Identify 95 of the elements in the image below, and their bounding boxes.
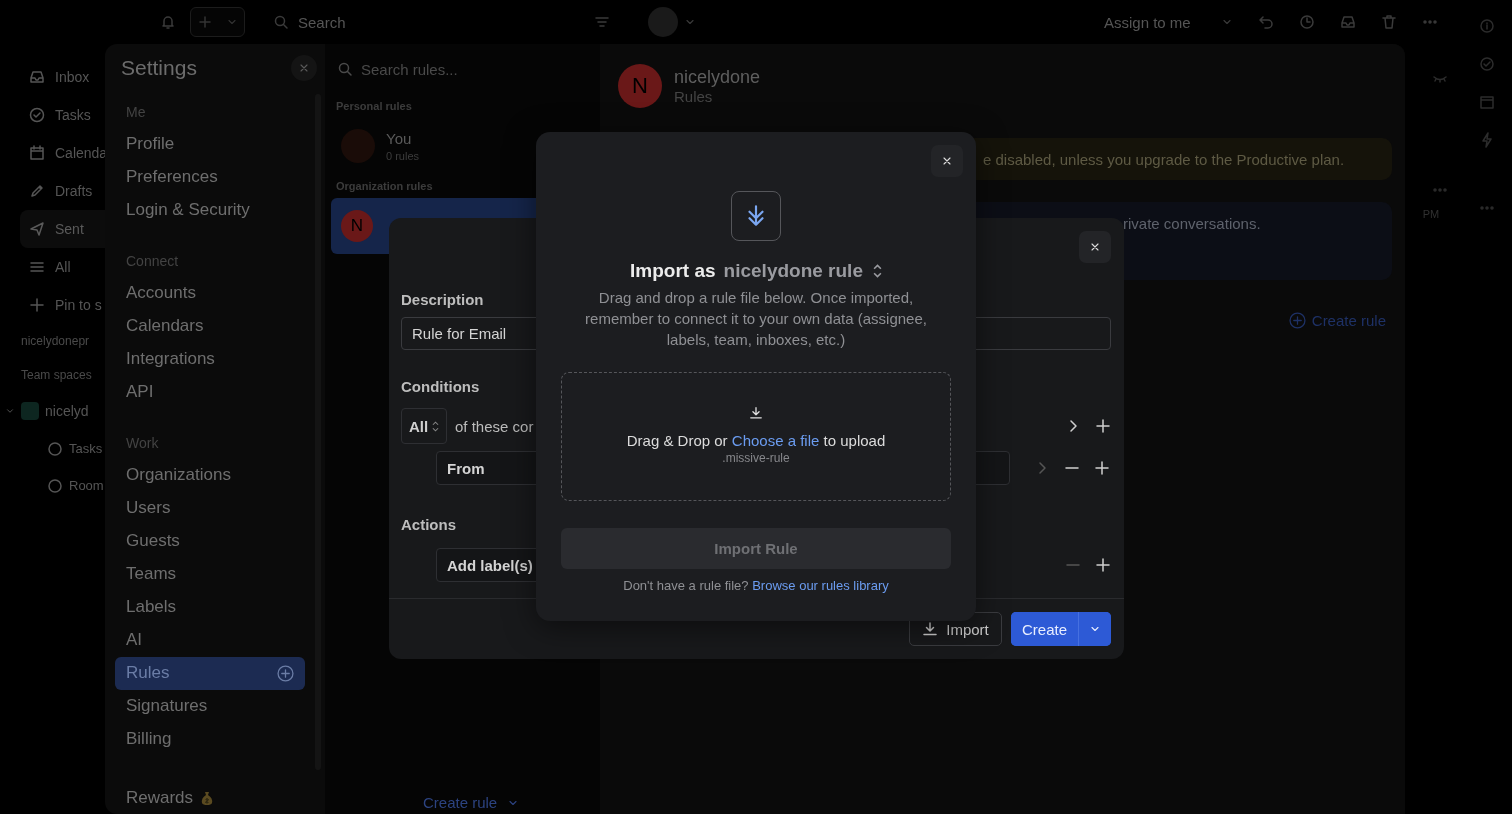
send-icon: [29, 221, 45, 237]
team-subitem[interactable]: Room: [0, 467, 105, 504]
download-icon: [749, 406, 763, 420]
team-subitem[interactable]: Tasks: [0, 430, 105, 467]
settings-nav-item[interactable]: Labels: [115, 590, 305, 624]
search-icon: [337, 61, 353, 77]
section-heading: Connect: [125, 251, 180, 271]
close-icon: [941, 155, 953, 167]
section-label: Team spaces: [20, 367, 93, 384]
sidebar-item[interactable]: Sent: [20, 210, 105, 248]
bolt-icon[interactable]: [1479, 132, 1495, 148]
stack-icon: [29, 259, 45, 275]
dialog-title: Import as: [630, 260, 716, 282]
settings-nav-item[interactable]: Integrations: [115, 342, 305, 376]
settings-nav-item[interactable]: Users: [115, 491, 305, 525]
close-icon: [1089, 241, 1101, 253]
sidebar-item[interactable]: Tasks: [0, 96, 105, 134]
settings-nav-item[interactable]: Organizations: [115, 458, 305, 492]
search-icon: [273, 14, 289, 30]
add-icon[interactable]: [277, 664, 294, 682]
team-item[interactable]: nicelyd: [0, 392, 105, 430]
assign-button[interactable]: Assign to me: [1104, 13, 1191, 31]
circle-icon: [47, 440, 63, 457]
team-avatar: [21, 402, 39, 420]
section-heading: Me: [125, 102, 147, 122]
field-label: Conditions: [401, 377, 480, 397]
sidebar-item[interactable]: All: [0, 248, 105, 286]
plus-icon[interactable]: [1095, 557, 1111, 573]
settings-title: Settings: [121, 56, 197, 81]
archive-icon[interactable]: [1339, 14, 1356, 30]
org-avatar: N: [618, 64, 662, 108]
field-label: Description: [401, 290, 484, 310]
owner-name: You: [386, 130, 413, 147]
check-circle-icon[interactable]: [1479, 56, 1495, 72]
section-heading: Work: [125, 433, 160, 453]
search-field[interactable]: Search: [298, 13, 588, 31]
settings-nav-item[interactable]: Rules: [115, 656, 305, 690]
calendar-icon: [29, 145, 45, 161]
plus-icon: [29, 297, 45, 313]
settings-nav-item[interactable]: API: [115, 375, 305, 409]
sidebar-item[interactable]: Inbox: [0, 58, 105, 96]
pencil-icon: [29, 183, 45, 199]
up-down-icon: [872, 264, 882, 278]
library-hint: Don't have a rule file? Browse our rules library: [623, 578, 889, 594]
settings-nav-item[interactable]: Calendars: [115, 309, 305, 343]
account-label: nicelydonepr: [20, 333, 91, 350]
rules-search-field[interactable]: Search rules...: [325, 44, 600, 94]
sidebar-item[interactable]: Pin to s: [0, 286, 105, 324]
close-button[interactable]: [291, 55, 317, 82]
settings-nav-item[interactable]: Guests: [115, 524, 305, 558]
plus-icon: [197, 14, 214, 30]
close-button[interactable]: [1079, 231, 1111, 263]
settings-nav-item[interactable]: Login & Security: [115, 193, 305, 227]
add-icon: [1288, 312, 1306, 329]
sidebar-item[interactable]: Drafts: [0, 172, 105, 210]
dialog-description: Drag and drop a rule file below. Once imported, remember to connect it to your own data (assignee, labels, team, inboxes, etc.): [584, 288, 928, 350]
settings-nav-item[interactable]: Accounts: [115, 276, 305, 310]
rules-library-link[interactable]: Browse our rules library: [752, 578, 889, 593]
file-type-hint: .missive-rule: [722, 451, 790, 465]
info-icon[interactable]: [1479, 18, 1495, 34]
drop-instructions: Drag & Drop or Choose a file to upload: [626, 432, 886, 449]
tray-icon: [29, 69, 45, 85]
org-avatar: N: [341, 210, 373, 242]
condition-text: of these cor: [455, 417, 534, 435]
download-icon: [922, 621, 939, 637]
calendar-icon[interactable]: [1479, 94, 1495, 110]
bell-icon[interactable]: [160, 14, 176, 30]
sidebar-item[interactable]: Calenda: [0, 134, 105, 172]
circle-icon: [47, 477, 63, 494]
user-avatar[interactable]: [648, 7, 678, 37]
settings-nav-item[interactable]: Preferences: [115, 160, 305, 194]
drop-zone[interactable]: Drag & Drop or Choose a file to upload .missive-rule: [561, 372, 951, 501]
match-select[interactable]: All: [401, 408, 447, 444]
new-button[interactable]: [190, 7, 245, 37]
settings-nav-item[interactable]: AI: [115, 623, 305, 657]
settings-nav-item[interactable]: Billing: [115, 722, 305, 756]
target-select[interactable]: nicelydone rule: [723, 260, 882, 282]
filter-icon[interactable]: [594, 14, 610, 30]
settings-nav-item[interactable]: Profile: [115, 127, 305, 161]
close-button[interactable]: [931, 145, 963, 177]
create-rule-button[interactable]: Create rule: [423, 794, 520, 811]
choose-file-link[interactable]: Choose a file: [731, 432, 820, 449]
create-button[interactable]: Create: [1011, 612, 1079, 646]
org-name: nicelydone: [674, 67, 761, 88]
settings-nav-item[interactable]: Teams: [115, 557, 305, 591]
plus-icon[interactable]: [1094, 460, 1110, 476]
up-down-icon: [432, 420, 440, 432]
field-label: Actions: [401, 515, 456, 535]
settings-nav-item[interactable]: Rewards: [115, 781, 305, 814]
undo-icon[interactable]: [1257, 14, 1274, 30]
plus-icon[interactable]: [1095, 418, 1111, 434]
clock-icon[interactable]: [1298, 14, 1315, 30]
settings-nav-item[interactable]: Signatures: [115, 689, 305, 723]
page-subtitle: Rules: [674, 88, 714, 105]
trash-icon[interactable]: [1380, 14, 1397, 30]
